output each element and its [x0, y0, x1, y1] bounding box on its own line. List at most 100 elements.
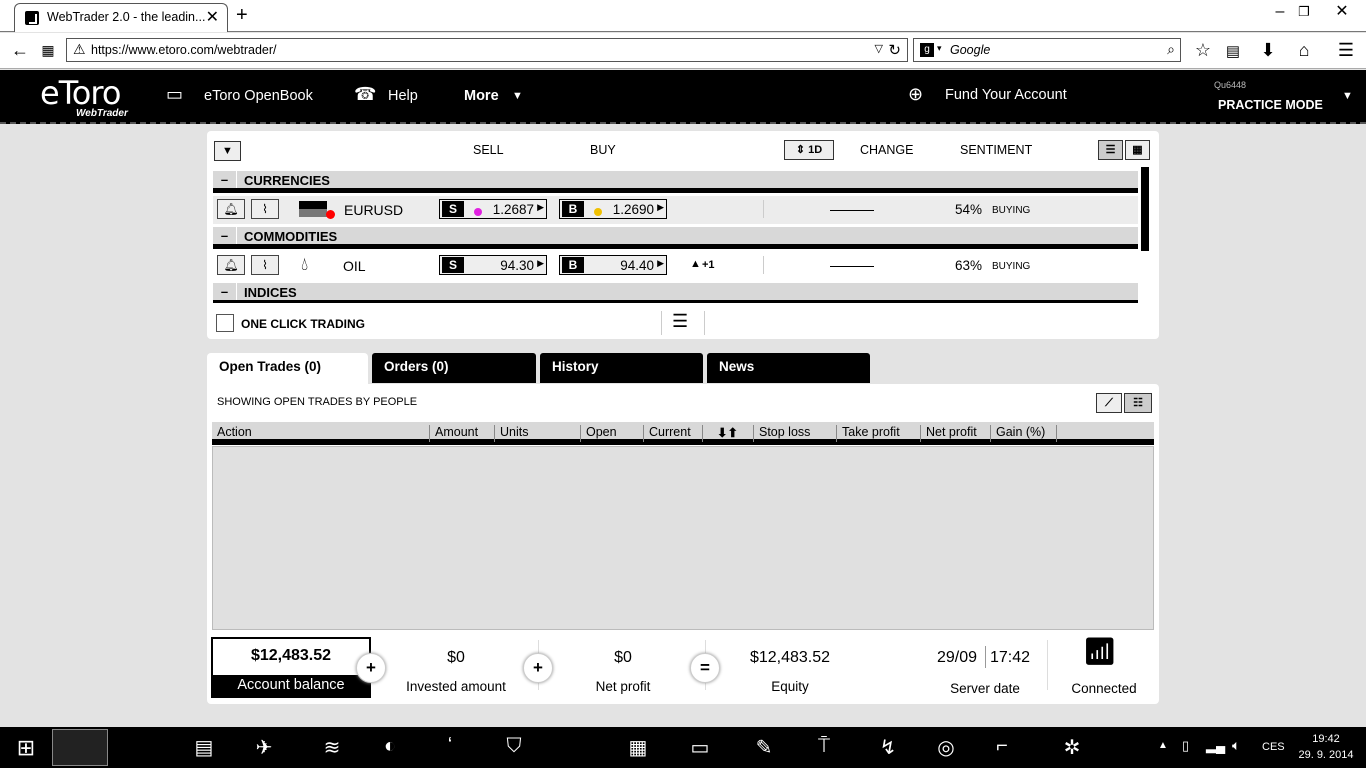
account-balance-label: Account balance [213, 675, 369, 696]
reading-list-icon[interactable]: ▤ [1221, 42, 1245, 60]
google-icon[interactable]: g [920, 43, 934, 57]
chart-icon[interactable]: ⌇ [251, 255, 279, 275]
alert-bell-icon[interactable]: 🔔︎ [217, 255, 245, 275]
instrument-symbol: EURUSD [344, 202, 404, 218]
column-open[interactable]: Open [580, 425, 643, 442]
instrument-row-eurusd[interactable]: 🔔︎ ⌇ EURUSD S 1.2687 ▶ B 1.2690 ▶ 54% BU… [213, 196, 1138, 224]
sell-button[interactable]: S 94.30 ▶ [439, 255, 547, 275]
instrument-row-oil[interactable]: 🔔︎ ⌇ 💧︎ OIL S 94.30 ▶ B 94.40 ▶ ▲ +1 63%… [213, 252, 1138, 280]
openbook-link[interactable]: eToro OpenBook [204, 88, 313, 104]
column-stop-loss[interactable]: Stop loss [753, 425, 836, 442]
bookmark-star-icon[interactable]: ☆ [1191, 40, 1215, 61]
firefox-taskbar-icon[interactable] [52, 729, 108, 766]
chevron-down-icon[interactable]: ▼ [512, 90, 523, 102]
collapse-commodities-button[interactable]: – [213, 227, 237, 244]
buy-button[interactable]: B 1.2690 ▶ [559, 199, 667, 219]
url-bar[interactable]: ⚠ https://www.etoro.com/webtrader/ ▽ ↻ [66, 38, 908, 62]
people-view-icon[interactable]: ☷ [1124, 393, 1152, 413]
net-profit-label: Net profit [595, 679, 651, 694]
clock-time[interactable]: 19:42 [1296, 733, 1356, 745]
sort-arrows-icon[interactable]: ⬇⬆ [702, 425, 753, 442]
column-action[interactable]: Action [212, 425, 429, 442]
language-indicator[interactable]: CES [1262, 741, 1285, 753]
app-pen-icon[interactable]: ✎ [750, 735, 778, 761]
browser-tab[interactable]: WebTrader 2.0 - the leadin... ✕ [14, 3, 228, 32]
menu-icon[interactable]: ☰ [1334, 40, 1358, 61]
app-hook-icon[interactable]: ⌐ [988, 735, 1016, 761]
reload-icon[interactable]: ↻ [888, 41, 901, 59]
network-icon[interactable]: ▂▄ [1206, 738, 1225, 754]
logo-subtitle: WebTrader [76, 108, 128, 119]
close-window-icon[interactable]: ✕ [1322, 0, 1362, 24]
search-bar[interactable]: g ▾ Google ⌕ [913, 38, 1181, 62]
windows-start-icon[interactable]: ⊞ [12, 735, 40, 761]
column-units[interactable]: Units [494, 425, 580, 442]
list-view-icon[interactable]: ☰ [1098, 140, 1123, 160]
grid-view-icon[interactable]: ▦ [1125, 140, 1150, 160]
play-arrow-icon: ▶ [657, 202, 664, 212]
home-icon[interactable]: ⌂ [1292, 40, 1316, 61]
category-indices: – INDICES [213, 283, 1138, 303]
tab-orders[interactable]: Orders (0) [372, 353, 536, 383]
mode-dropdown-icon[interactable]: ▼ [1342, 90, 1353, 102]
filter-button[interactable]: ▼ [214, 141, 241, 161]
alert-bell-icon[interactable]: 🔔︎ [217, 199, 245, 219]
play-arrow-icon: ▶ [537, 258, 544, 268]
help-link[interactable]: Help [388, 88, 418, 104]
sort-arrows-icon: ⇕ [795, 144, 806, 156]
fund-account-link[interactable]: Fund Your Account [945, 87, 1067, 103]
column-current[interactable]: Current [643, 425, 702, 442]
column-net-profit[interactable]: Net profit [920, 425, 990, 442]
collapse-indices-button[interactable]: – [213, 283, 237, 300]
volume-icon[interactable]: 🔈︎ [1232, 737, 1240, 754]
url-dropdown-icon[interactable]: ▽ [875, 42, 883, 55]
app-map-icon[interactable]: ↯ [874, 735, 902, 761]
app-shield-icon[interactable]: ⛉ [500, 735, 528, 761]
up-arrow-icon: ▲ [690, 258, 701, 270]
account-balance-box[interactable]: $12,483.52 Account balance [211, 637, 371, 698]
app-bird-icon[interactable]: ✈ [250, 735, 278, 761]
app-gecko-icon[interactable]: ✲ [1058, 735, 1086, 761]
restore-icon[interactable]: ❐ [1284, 0, 1324, 24]
equity-value: $12,483.52 [749, 649, 831, 666]
tab-open-trades[interactable]: Open Trades (0) [207, 353, 368, 384]
more-menu[interactable]: More [464, 88, 499, 104]
market-scrollbar[interactable] [1141, 167, 1149, 251]
tab-history[interactable]: History [540, 353, 703, 383]
sort-filter-icon[interactable]: ☰ [672, 311, 688, 332]
app-globe-icon[interactable]: ◐ [376, 735, 404, 761]
new-tab-icon[interactable]: + [236, 4, 248, 27]
tab-news[interactable]: News [707, 353, 870, 383]
close-tab-icon[interactable]: ✕ [206, 7, 219, 27]
practice-mode-label[interactable]: PRACTICE MODE [1218, 98, 1323, 112]
column-take-profit[interactable]: Take profit [836, 425, 920, 442]
downloads-icon[interactable]: ⬇ [1256, 40, 1280, 61]
clock-date[interactable]: 29. 9. 2014 [1290, 749, 1362, 761]
terminal-icon[interactable]: ▭ [686, 735, 714, 761]
chart-icon[interactable]: ⌇ [251, 199, 279, 219]
app-feather-icon[interactable]: ʻ [436, 735, 464, 761]
trades-chart-view-icon[interactable]: ⟋ [1096, 393, 1122, 413]
tray-expand-icon[interactable]: ▲ [1158, 740, 1168, 751]
buy-label: B [562, 257, 584, 273]
collapse-currencies-button[interactable]: – [213, 171, 237, 188]
period-selector[interactable]: ⇕ 1D [784, 140, 834, 160]
search-icon[interactable]: ⌕ [1167, 41, 1175, 58]
app-stack-icon[interactable]: ≋ [318, 735, 346, 761]
calendar-icon[interactable]: ▤ [190, 735, 218, 761]
app-antenna-icon[interactable]: ⍑ [810, 735, 838, 761]
buy-button[interactable]: B 94.40 ▶ [559, 255, 667, 275]
back-arrow-icon[interactable]: ← [8, 40, 32, 61]
battery-icon[interactable]: ▯ [1182, 738, 1189, 754]
column-amount[interactable]: Amount [429, 425, 494, 442]
app-disc-icon[interactable]: ◎ [932, 735, 960, 761]
one-click-checkbox[interactable] [216, 314, 234, 332]
divider [763, 256, 764, 274]
engine-dropdown-icon[interactable]: ▾ [937, 43, 942, 54]
sell-button[interactable]: S 1.2687 ▶ [439, 199, 547, 219]
sell-column-header: SELL [473, 143, 504, 157]
etoro-logo[interactable]: eToro [40, 74, 121, 112]
calculator-icon[interactable]: ▦ [624, 735, 652, 761]
bookmarks-menu-icon[interactable]: ▦ [36, 42, 60, 59]
column-gain[interactable]: Gain (%) [990, 425, 1057, 442]
